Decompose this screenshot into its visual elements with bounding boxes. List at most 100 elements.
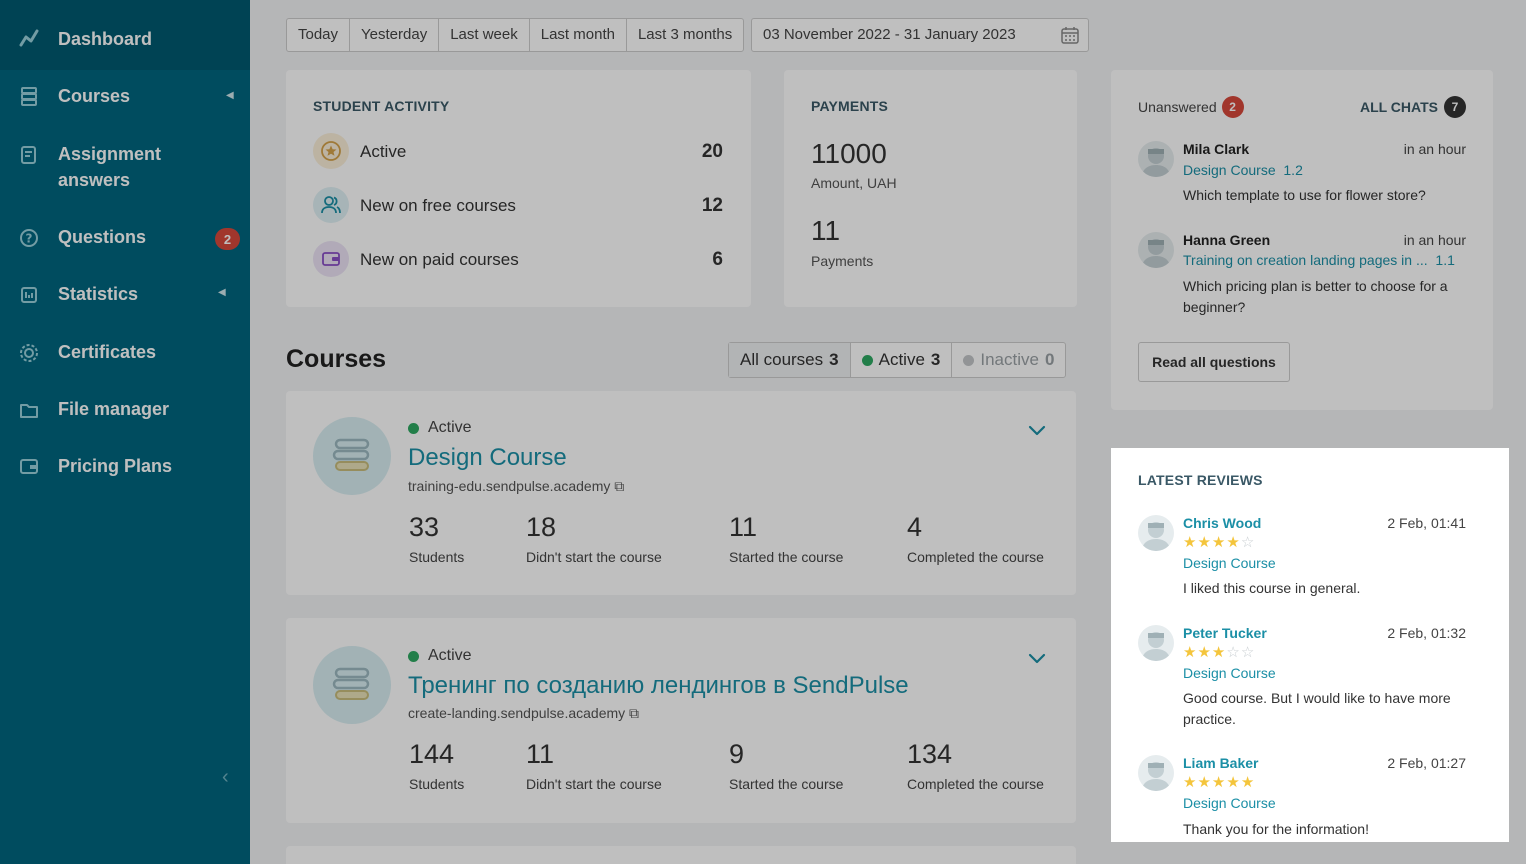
course-status-filter: All courses 3 Active 3 Inactive 0 <box>728 342 1067 378</box>
activity-row-active: Active 20 <box>313 133 723 169</box>
chat-time: in an hour <box>1403 232 1466 248</box>
sidebar-item-file-manager[interactable]: File manager <box>0 381 250 438</box>
date-range-tabs: Today Yesterday Last week Last month Las… <box>286 18 745 52</box>
all-chats-count-badge: 7 <box>1444 96 1466 118</box>
sidebar-item-dashboard[interactable]: Dashboard <box>0 0 250 70</box>
avatar <box>1138 232 1174 268</box>
course-url-link[interactable]: training-edu.sendpulse.academy ⧉ <box>408 478 624 495</box>
chat-time: in an hour <box>1403 141 1466 157</box>
sidebar-item-assignment-answers[interactable]: Assignment answers <box>0 125 250 210</box>
caret-left-icon: ◀ <box>226 90 234 101</box>
active-dot-icon <box>408 650 419 662</box>
reviewer-name[interactable]: Peter Tucker <box>1183 625 1267 641</box>
card-title: STUDENT ACTIVITY <box>313 98 450 114</box>
sidebar-item-questions[interactable]: ? Questions 2 <box>0 210 250 267</box>
collapse-sidebar-icon[interactable]: ‹ <box>222 766 229 789</box>
unanswered-count-badge: 2 <box>1221 96 1244 118</box>
sidebar-item-courses[interactable]: Courses ◀ <box>0 70 250 125</box>
filter-active[interactable]: Active 3 <box>851 343 953 377</box>
folder-icon <box>19 400 39 420</box>
review-time: 2 Feb, 01:32 <box>1387 625 1466 641</box>
review-course-link[interactable]: Design Course <box>1183 665 1276 681</box>
sidebar: Dashboard Courses ◀ Assignment answers ?… <box>0 0 250 864</box>
inactive-dot-icon <box>963 354 975 366</box>
course-url-link[interactable]: create-landing.sendpulse.academy ⧉ <box>408 705 639 722</box>
external-link-icon: ⧉ <box>629 705 640 721</box>
star-filled-icon: ★ <box>1197 534 1212 551</box>
sidebar-item-certificates[interactable]: Certificates <box>0 324 250 381</box>
sidebar-item-label: Statistics <box>58 284 139 304</box>
star-filled-icon: ★ <box>1226 774 1241 791</box>
sidebar-item-pricing-plans[interactable]: Pricing Plans <box>0 438 250 495</box>
course-status: Active <box>408 419 472 437</box>
review-text: I liked this course in general. <box>1183 580 1361 596</box>
sidebar-item-statistics[interactable]: Statistics ◀ <box>0 267 250 324</box>
payments-count-label: Payments <box>811 253 874 269</box>
course-card <box>286 846 1076 864</box>
star-badge-icon <box>313 133 349 169</box>
star-filled-icon: ★ <box>1226 534 1241 551</box>
course-title-link[interactable]: Тренинг по созданию лендингов в SendPuls… <box>408 672 909 700</box>
chevron-down-icon[interactable] <box>1024 646 1050 672</box>
reviewer-name[interactable]: Liam Baker <box>1183 755 1258 771</box>
student-activity-card: STUDENT ACTIVITY Active 20 New on free c… <box>286 70 751 307</box>
avatar <box>1138 141 1174 177</box>
review-course-link[interactable]: Design Course <box>1183 795 1276 811</box>
review-course-link[interactable]: Design Course <box>1183 555 1276 571</box>
latest-reviews-card: LATEST REVIEWS Chris Wood 2 Feb, 01:41 ★… <box>1111 448 1509 842</box>
sidebar-item-label: Dashboard <box>58 29 153 49</box>
all-chats-link[interactable]: ALL CHATS 7 <box>1360 96 1466 118</box>
chat-message: Which template to use for flower store? <box>1183 187 1426 203</box>
avatar <box>1138 625 1174 661</box>
course-stack-icon <box>313 417 391 495</box>
review-time: 2 Feb, 01:41 <box>1387 515 1466 531</box>
star-empty-icon: ☆ <box>1226 644 1241 661</box>
star-filled-icon: ★ <box>1183 774 1198 791</box>
chat-author[interactable]: Hanna Green <box>1183 232 1270 248</box>
rating-stars-icon: ★★★☆☆ <box>1183 643 1255 661</box>
payments-count-value: 11 <box>811 215 841 246</box>
activity-row-free: New on free courses 12 <box>313 187 723 223</box>
wallet-icon <box>313 241 349 277</box>
statistics-grid-icon <box>19 285 39 305</box>
star-filled-icon: ★ <box>1183 534 1198 551</box>
star-filled-icon: ★ <box>1211 644 1227 661</box>
filter-inactive[interactable]: Inactive 0 <box>952 343 1065 377</box>
review-text: Good course. But I would like to have mo… <box>1183 690 1451 727</box>
tab-last-month[interactable]: Last month <box>530 19 627 51</box>
read-all-questions-button[interactable]: Read all questions <box>1138 342 1290 382</box>
star-filled-icon: ★ <box>1240 774 1256 791</box>
courses-section-title: Courses <box>286 345 387 373</box>
chart-line-icon <box>19 28 39 48</box>
star-empty-icon: ☆ <box>1240 644 1256 661</box>
tab-last-3-months[interactable]: Last 3 months <box>627 19 743 51</box>
review-time: 2 Feb, 01:27 <box>1387 755 1466 771</box>
avatar <box>1138 515 1174 551</box>
filter-all-courses[interactable]: All courses 3 <box>729 343 851 377</box>
sidebar-item-label: Courses <box>58 86 131 106</box>
sidebar-item-label: Pricing Plans <box>58 456 173 476</box>
tab-last-week[interactable]: Last week <box>439 19 530 51</box>
stack-icon <box>19 86 39 106</box>
date-range-picker[interactable]: 03 November 2022 - 31 January 2023 <box>751 18 1089 52</box>
star-filled-icon: ★ <box>1211 534 1227 551</box>
star-filled-icon: ★ <box>1211 774 1227 791</box>
external-link-icon: ⧉ <box>614 478 625 494</box>
tab-yesterday[interactable]: Yesterday <box>350 19 440 51</box>
sidebar-item-label: File manager <box>58 399 170 419</box>
unanswered-filter[interactable]: Unanswered 2 <box>1138 96 1244 118</box>
document-edit-icon <box>19 145 39 165</box>
rating-stars-icon: ★★★★★ <box>1183 773 1255 791</box>
reviewer-name[interactable]: Chris Wood <box>1183 515 1261 531</box>
chat-course-link[interactable]: Design Course 1.2 <box>1183 162 1303 178</box>
caret-left-icon: ◀ <box>218 287 226 298</box>
chat-course-link[interactable]: Training on creation landing pages in ..… <box>1183 252 1455 268</box>
star-filled-icon: ★ <box>1183 644 1198 661</box>
payments-amount-value: 11000 <box>811 138 887 169</box>
chevron-down-icon[interactable] <box>1024 418 1050 444</box>
course-title-link[interactable]: Design Course <box>408 444 567 472</box>
question-circle-icon: ? <box>19 228 39 248</box>
chat-author[interactable]: Mila Clark <box>1183 141 1249 157</box>
users-icon <box>313 187 349 223</box>
tab-today[interactable]: Today <box>287 19 351 51</box>
